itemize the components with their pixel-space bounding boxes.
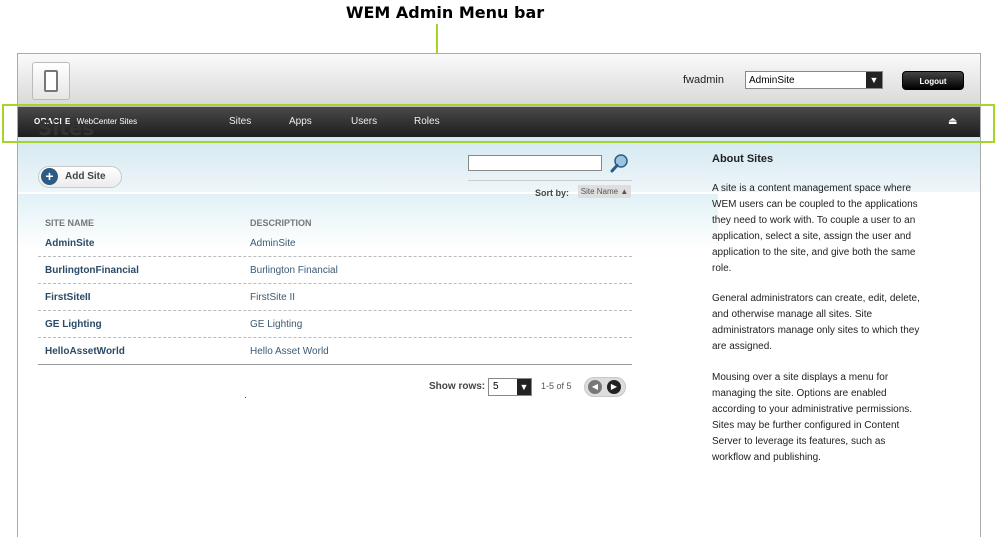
site-name-link[interactable]: GE Lighting	[45, 319, 102, 330]
page-title: Sites	[38, 116, 95, 140]
table-row[interactable]: HelloAssetWorld Hello Asset World	[38, 338, 632, 365]
column-header-site-name: SITE NAME	[45, 218, 95, 228]
sort-by-label: Sort by:	[535, 188, 570, 198]
site-name-link[interactable]: AdminSite	[45, 238, 94, 249]
annotation-title: WEM Admin Menu bar	[345, 3, 545, 22]
menu-item-apps[interactable]: Apps	[289, 116, 312, 127]
table-row[interactable]: BurlingtonFinancial Burlington Financial	[38, 257, 632, 284]
site-name-link[interactable]: BurlingtonFinancial	[45, 265, 139, 276]
rows-per-page-select[interactable]: 5 ▼	[488, 378, 532, 396]
about-paragraph: General administrators can create, edit,…	[712, 293, 920, 353]
current-user: fwadmin	[683, 74, 724, 86]
logout-button[interactable]: Logout	[902, 71, 964, 90]
site-name-link[interactable]: FirstSiteII	[45, 292, 91, 303]
table-row[interactable]: GE Lighting GE Lighting	[38, 311, 632, 338]
site-description: FirstSite II	[250, 292, 296, 303]
top-header: fwadmin AdminSite ▼ Logout	[18, 54, 980, 107]
chevron-down-icon[interactable]: ▼	[866, 72, 882, 88]
site-selector[interactable]: AdminSite ▼	[745, 71, 883, 89]
about-paragraph: A site is a content management space whe…	[712, 183, 918, 274]
search-input[interactable]	[468, 155, 602, 171]
eject-icon[interactable]: ⏏	[948, 116, 957, 127]
column-header-description: DESCRIPTION	[250, 218, 312, 228]
sites-table: SITE NAME DESCRIPTION AdminSite AdminSit…	[38, 214, 632, 365]
about-sites-panel: About Sites A site is a content manageme…	[712, 153, 927, 481]
about-paragraph: Mousing over a site displays a menu for …	[712, 372, 913, 463]
site-name-link[interactable]: HelloAssetWorld	[45, 346, 125, 357]
site-description: Hello Asset World	[250, 346, 329, 357]
add-site-label: Add Site	[65, 171, 106, 182]
previous-page-icon[interactable]: ◀	[588, 380, 602, 394]
site-description: AdminSite	[250, 238, 296, 249]
show-rows-label: Show rows:	[429, 381, 486, 392]
menu-item-users[interactable]: Users	[351, 116, 377, 127]
add-site-button[interactable]: + Add Site	[38, 166, 122, 188]
search-divider	[468, 180, 632, 181]
wem-admin-menu-bar: ORACLE WebCenter Sites Sites Apps Users R…	[18, 107, 980, 137]
about-sites-title: About Sites	[712, 153, 774, 165]
next-page-icon[interactable]: ▶	[607, 380, 621, 394]
table-header: SITE NAME DESCRIPTION	[38, 214, 632, 230]
chevron-down-icon[interactable]: ▼	[517, 379, 531, 395]
search-icon[interactable]	[610, 153, 630, 173]
site-description: GE Lighting	[250, 319, 303, 330]
page-count: 1-5 of 5	[541, 381, 572, 391]
stray-dot	[245, 397, 246, 398]
table-row[interactable]: FirstSiteII FirstSite II	[38, 284, 632, 311]
menu-item-roles[interactable]: Roles	[414, 116, 440, 127]
table-row[interactable]: AdminSite AdminSite	[38, 230, 632, 257]
menu-item-sites[interactable]: Sites	[229, 116, 251, 127]
app-logo-icon[interactable]	[32, 62, 70, 100]
site-selector-value: AdminSite	[749, 75, 795, 86]
site-description: Burlington Financial	[250, 265, 338, 276]
sort-selector[interactable]: Site Name ▲	[578, 185, 631, 198]
pager: ◀ ▶	[584, 377, 626, 397]
rows-per-page-value: 5	[493, 381, 499, 392]
plus-icon: +	[41, 168, 58, 185]
